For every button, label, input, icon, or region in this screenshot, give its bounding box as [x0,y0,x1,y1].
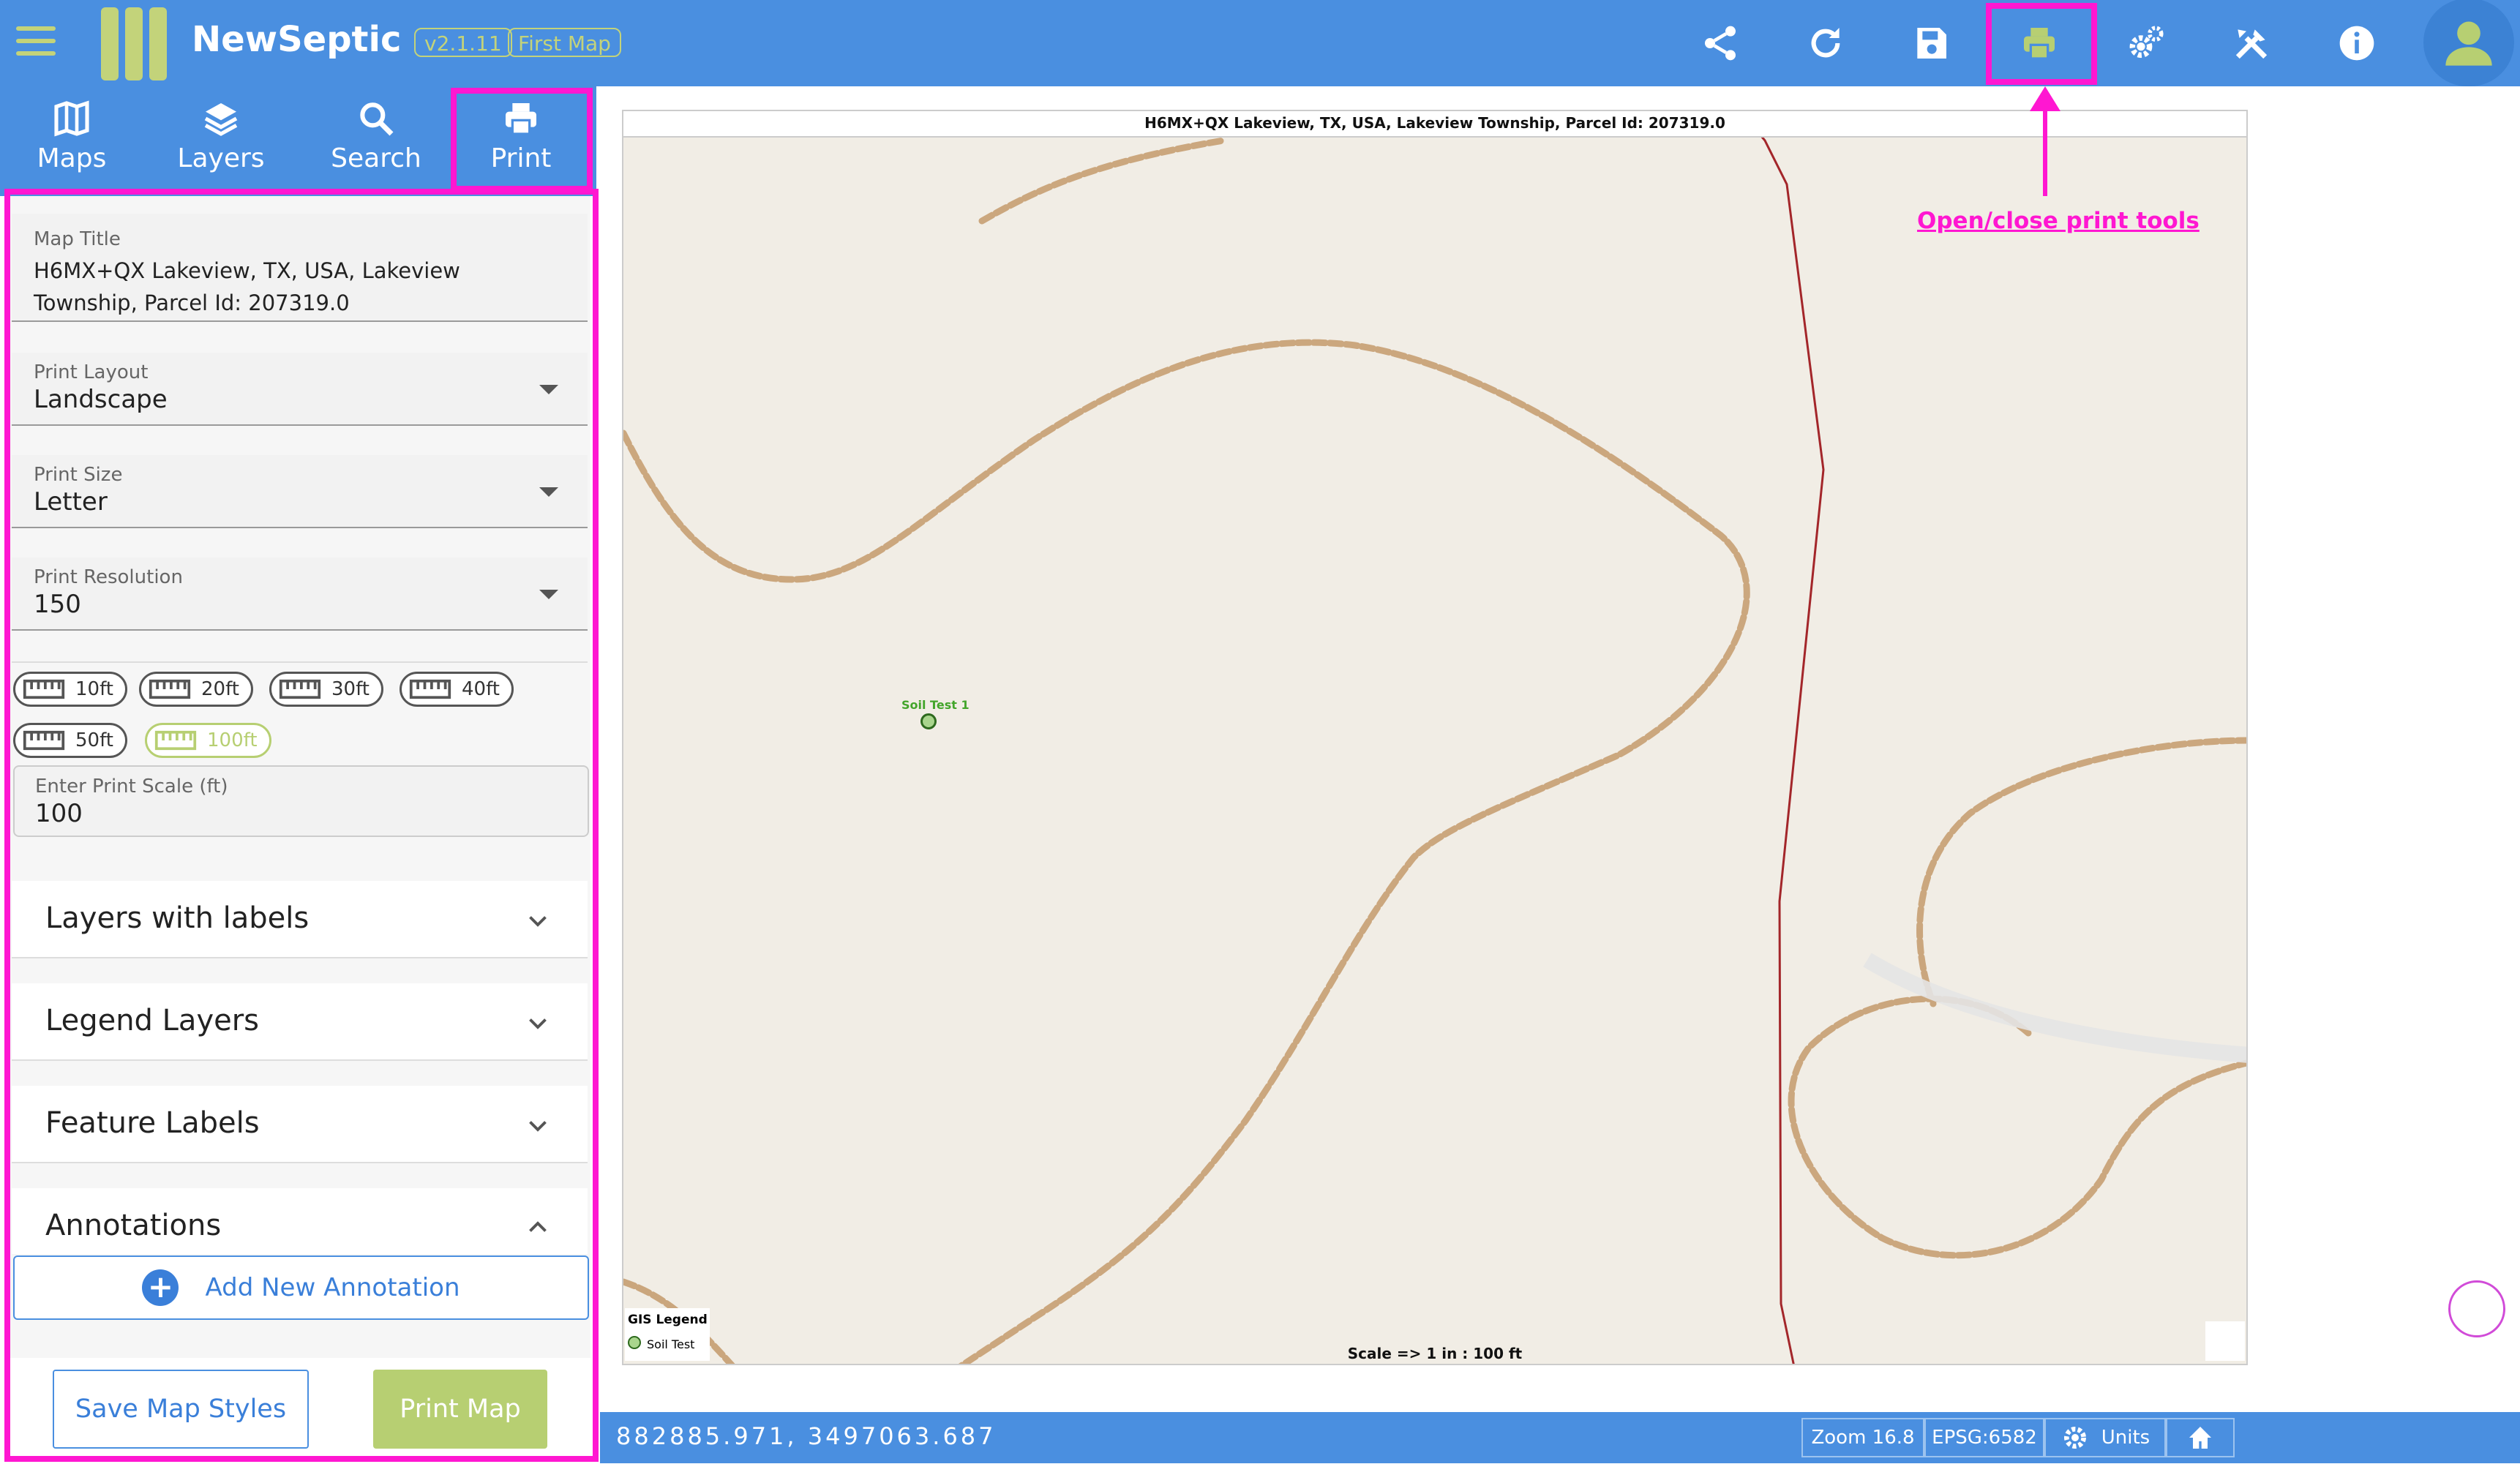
layers-icon [204,103,238,136]
tab-label: Maps [37,143,107,173]
print-tab-highlight [451,88,593,192]
print-tools-annotation: Open/close print tools [1917,208,2200,234]
status-bar: 882885.971, 3497063.687 Zoom 16.8 EPSG:6… [600,1412,2520,1463]
callout-arrow [2030,86,2060,196]
search-icon [360,102,394,136]
epsg-code[interactable]: EPSG:6582 [1924,1418,2044,1457]
home-icon [2189,1427,2211,1449]
units-label: Units [2101,1427,2150,1449]
soil-test-marker[interactable] [920,713,937,729]
loading-ring [2448,1280,2505,1337]
home-button[interactable] [2166,1418,2235,1457]
share-icon[interactable] [1695,18,1746,69]
app-logo [101,7,167,80]
map-title: H6MX+QX Lakeview, TX, USA, Lakeview Town… [1144,114,1725,132]
map-icon [54,100,89,137]
map-corner-box [2205,1321,2245,1361]
user-icon [2445,21,2492,66]
map-print-preview[interactable]: H6MX+QX Lakeview, TX, USA, Lakeview Town… [622,110,2248,1365]
tab-layers[interactable]: Layers [164,86,278,196]
tab-label: Layers [177,143,265,173]
user-avatar[interactable] [2423,0,2514,86]
app-name: NewSeptic [192,19,402,60]
save-icon[interactable] [1905,18,1957,69]
print-tools-highlight [1986,3,2097,85]
tab-search[interactable]: Search [319,86,433,196]
settings-icon[interactable] [2120,18,2172,69]
refresh-icon[interactable] [1800,18,1851,69]
map-title-bar: H6MX+QX Lakeview, TX, USA, Lakeview Town… [623,111,2246,138]
sidebar-tabs: Maps Layers Search Print [0,86,596,196]
map-scale-text: Scale => 1 in : 100 ft [1347,1345,1523,1362]
gear-icon [2063,1427,2086,1449]
version-badge: v2.1.11 [414,28,512,57]
cursor-coordinates: 882885.971, 3497063.687 [616,1422,997,1450]
tab-label: Search [331,143,421,173]
map-name-badge: First Map [508,28,621,57]
map-contours [623,131,2246,1364]
menu-icon[interactable] [16,26,56,59]
print-panel-highlight [4,189,599,1462]
tab-maps[interactable]: Maps [15,86,129,196]
tools-icon[interactable] [2226,18,2277,69]
zoom-level: Zoom 16.8 [1801,1418,1924,1457]
units-button[interactable]: Units [2044,1418,2166,1457]
top-app-bar: NewSeptic v2.1.11 First Map [0,0,2520,86]
soil-test-label: Soil Test 1 [901,698,970,712]
info-icon[interactable] [2331,18,2382,69]
legend-title: GIS Legend [628,1313,708,1327]
